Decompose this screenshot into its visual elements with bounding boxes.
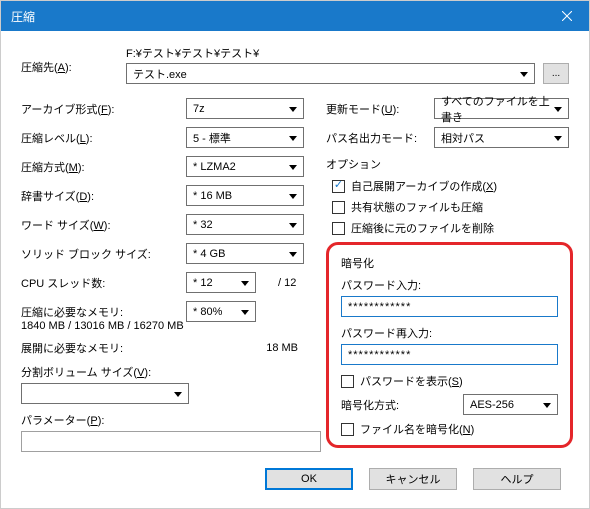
split-label: 分割ボリューム サイズ(V): bbox=[21, 364, 221, 380]
update-select[interactable]: すべてのファイルを上書き bbox=[434, 98, 569, 119]
format-select[interactable]: 7z bbox=[186, 98, 304, 119]
enc-title: 暗号化 bbox=[341, 255, 558, 271]
enc-method-select[interactable]: AES-256 bbox=[463, 394, 558, 415]
options-title: オプション bbox=[326, 156, 569, 172]
pathmode-label: パス名出力モード: bbox=[326, 130, 434, 146]
checkbox-icon bbox=[332, 222, 345, 235]
solid-select[interactable]: * 4 GB bbox=[186, 243, 304, 264]
archive-path-prefix: F:¥テスト¥テスト¥テスト¥ bbox=[126, 45, 569, 61]
ok-button[interactable]: OK bbox=[265, 468, 353, 490]
pw2-label: パスワード再入力: bbox=[341, 325, 558, 341]
titlebar: 圧縮 bbox=[1, 1, 589, 31]
checkbox-icon bbox=[341, 423, 354, 436]
archive-dest-label: 圧縮先(A): bbox=[21, 45, 126, 75]
threads-select[interactable]: * 12 bbox=[186, 272, 256, 293]
split-select[interactable] bbox=[21, 383, 189, 404]
method-label: 圧縮方式(M): bbox=[21, 159, 126, 175]
opt-shared-checkbox[interactable]: 共有状態のファイルも圧縮 bbox=[332, 199, 569, 215]
solid-label: ソリッド ブロック サイズ: bbox=[21, 246, 186, 262]
enc-method-label: 暗号化方式: bbox=[341, 397, 463, 413]
mem-comp-detail: 1840 MB / 13016 MB / 16270 MB bbox=[21, 320, 321, 332]
mem-comp-label: 圧縮に必要なメモリ: bbox=[21, 304, 186, 320]
pw-label: パスワード入力: bbox=[341, 277, 558, 293]
checkbox-icon bbox=[332, 180, 345, 193]
enc-names-checkbox[interactable]: ファイル名を暗号化(N) bbox=[341, 421, 558, 437]
method-select[interactable]: * LZMA2 bbox=[186, 156, 304, 177]
mem-decomp-value: 18 MB bbox=[266, 342, 298, 354]
mem-comp-select[interactable]: * 80% bbox=[186, 301, 256, 322]
opt-sfx-checkbox[interactable]: 自己展開アーカイブの作成(X) bbox=[332, 178, 569, 194]
compress-dialog: 圧縮 圧縮先(A): F:¥テスト¥テスト¥テスト¥ テスト.exe ... ア… bbox=[0, 0, 590, 509]
level-select[interactable]: 5 - 標準 bbox=[186, 127, 304, 148]
threads-label: CPU スレッド数: bbox=[21, 275, 126, 291]
checkbox-icon bbox=[341, 375, 354, 388]
param-label: パラメーター(P): bbox=[21, 412, 126, 428]
dict-select[interactable]: * 16 MB bbox=[186, 185, 304, 206]
pw2-input[interactable]: ************ bbox=[341, 344, 558, 365]
close-icon bbox=[562, 11, 572, 21]
cancel-button[interactable]: キャンセル bbox=[369, 468, 457, 490]
mem-decomp-label: 展開に必要なメモリ: bbox=[21, 340, 186, 356]
level-label: 圧縮レベル(L): bbox=[21, 130, 126, 146]
update-label: 更新モード(U): bbox=[326, 101, 434, 117]
opt-delete-checkbox[interactable]: 圧縮後に元のファイルを削除 bbox=[332, 220, 569, 236]
threads-total: / 12 bbox=[278, 277, 296, 289]
encryption-group: 暗号化 パスワード入力: ************ パスワード再入力: ****… bbox=[326, 242, 573, 448]
checkbox-icon bbox=[332, 201, 345, 214]
pathmode-select[interactable]: 相対パス bbox=[434, 127, 569, 148]
param-input[interactable] bbox=[21, 431, 321, 452]
close-button[interactable] bbox=[544, 1, 589, 31]
format-label: アーカイブ形式(F): bbox=[21, 101, 126, 117]
word-label: ワード サイズ(W): bbox=[21, 217, 126, 233]
help-button[interactable]: ヘルプ bbox=[473, 468, 561, 490]
archive-filename-select[interactable]: テスト.exe bbox=[126, 63, 535, 84]
window-title: 圧縮 bbox=[11, 8, 35, 25]
dict-label: 辞書サイズ(D): bbox=[21, 188, 126, 204]
word-select[interactable]: * 32 bbox=[186, 214, 304, 235]
pw-input[interactable]: ************ bbox=[341, 296, 558, 317]
browse-button[interactable]: ... bbox=[543, 63, 569, 84]
show-pw-checkbox[interactable]: パスワードを表示(S) bbox=[341, 373, 558, 389]
